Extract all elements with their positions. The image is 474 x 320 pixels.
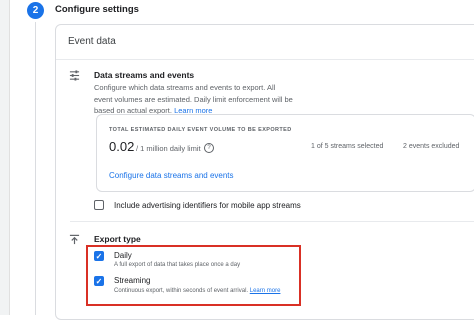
volume-label: TOTAL ESTIMATED DAILY EVENT VOLUME TO BE… (109, 127, 292, 133)
panel-title: Event data (68, 36, 116, 47)
daily-option-title: Daily (114, 251, 132, 260)
streaming-export-checkbox[interactable]: ✓ (94, 276, 104, 286)
data-streams-description: Configure which data streams and events … (94, 83, 293, 115)
export-type-title: Export type (94, 234, 141, 244)
advertising-identifiers-label: Include advertising identifiers for mobi… (114, 201, 301, 210)
step-title: Configure settings (55, 4, 139, 15)
events-excluded-count: 2 events excluded (403, 143, 460, 150)
section-divider (70, 221, 474, 222)
daily-option-description: A full export of data that takes place o… (114, 262, 241, 268)
data-streams-title: Data streams and events (94, 70, 195, 80)
streaming-learn-more-link[interactable]: Learn more (250, 288, 281, 294)
help-icon[interactable]: ? (204, 143, 214, 153)
left-rail (0, 0, 10, 315)
advertising-identifiers-checkbox[interactable] (94, 200, 104, 210)
configure-streams-link[interactable]: Configure data streams and events (109, 171, 234, 180)
daily-limit-text: / 1 million daily limit (136, 144, 201, 153)
tune-icon (69, 70, 80, 84)
panel-header: Event data (56, 25, 474, 60)
step-number-badge: 2 (27, 2, 44, 19)
streaming-option-title: Streaming (114, 276, 151, 285)
volume-value: 0.02 (109, 139, 135, 154)
event-volume-card: TOTAL ESTIMATED DAILY EVENT VOLUME TO BE… (96, 114, 474, 192)
step-connector-line (35, 22, 36, 315)
daily-export-checkbox[interactable]: ✓ (94, 251, 104, 261)
streams-selected-count: 1 of 5 streams selected (311, 143, 384, 150)
streaming-option-description: Continuous export, within seconds of eve… (114, 288, 281, 294)
upload-icon (69, 234, 80, 248)
